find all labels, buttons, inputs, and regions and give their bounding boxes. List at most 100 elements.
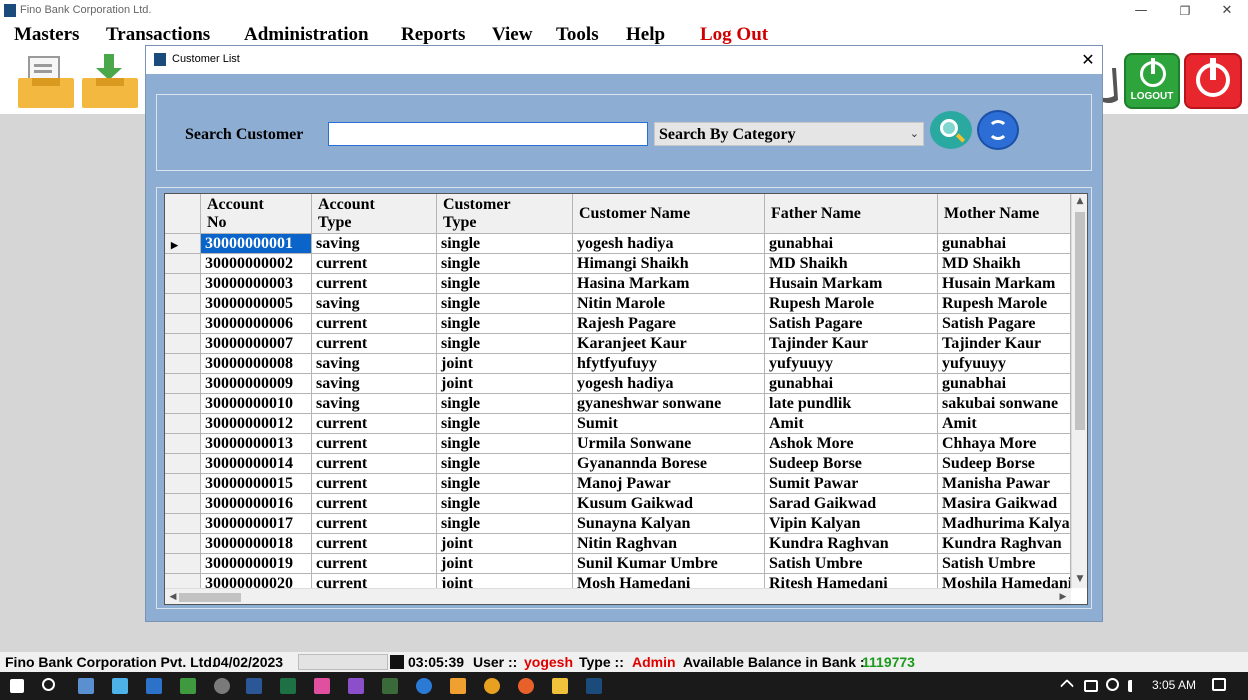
app-icon[interactable] bbox=[146, 678, 162, 694]
table-cell[interactable]: yogesh hadiya bbox=[573, 234, 765, 254]
table-row[interactable]: 30000000014 current single Gyanannda Borese… bbox=[165, 454, 1071, 474]
edge-icon[interactable] bbox=[416, 678, 432, 694]
row-header[interactable]: ▶ bbox=[165, 234, 201, 254]
vertical-scroll-thumb[interactable] bbox=[1075, 212, 1085, 430]
app-icon[interactable] bbox=[382, 678, 398, 694]
dialog-close-icon[interactable]: ✕ bbox=[1078, 50, 1098, 70]
table-cell[interactable]: 30000000001 bbox=[201, 234, 312, 254]
table-row[interactable]: 30000000018 current joint Nitin Raghvan Kund… bbox=[165, 534, 1071, 554]
word-icon[interactable] bbox=[246, 678, 262, 694]
network-icon[interactable] bbox=[1084, 680, 1098, 692]
table-cell[interactable]: single bbox=[437, 234, 573, 254]
logout-button[interactable]: LOGOUT bbox=[1124, 53, 1180, 109]
menu-administration[interactable]: Administration bbox=[244, 24, 369, 46]
table-row[interactable]: 30000000010 saving single gyaneshwar sonwan… bbox=[165, 394, 1071, 414]
row-header[interactable] bbox=[165, 494, 201, 514]
download-tray-icon[interactable] bbox=[80, 52, 140, 110]
firefox-icon[interactable] bbox=[518, 678, 534, 694]
table-cell[interactable]: 30000000002 bbox=[201, 254, 312, 274]
refresh-button[interactable] bbox=[977, 110, 1019, 150]
table-row[interactable]: 30000000006 current single Rajesh Pagare Sat… bbox=[165, 314, 1071, 334]
table-row[interactable]: 30000000019 current joint Sunil Kumar Umbre… bbox=[165, 554, 1071, 574]
scroll-up-icon[interactable]: ▲ bbox=[1072, 196, 1087, 206]
row-header[interactable] bbox=[165, 294, 201, 314]
row-header[interactable] bbox=[165, 354, 201, 374]
table-row[interactable]: 30000000002 current single Himangi Shaikh MD… bbox=[165, 254, 1071, 274]
row-header[interactable] bbox=[165, 514, 201, 534]
tray-expand-icon[interactable] bbox=[1059, 678, 1075, 694]
row-header[interactable] bbox=[165, 314, 201, 334]
vertical-scrollbar[interactable]: ▲ ▼ bbox=[1071, 194, 1087, 588]
table-cell[interactable]: yogesh hadiya bbox=[573, 374, 765, 394]
table-cell[interactable]: saving bbox=[312, 394, 437, 414]
table-cell[interactable]: gyaneshwar sonwane bbox=[573, 394, 765, 414]
table-cell[interactable]: Satish Umbre bbox=[765, 554, 938, 574]
document-tray-icon[interactable] bbox=[16, 52, 76, 110]
table-cell[interactable]: Nitin Raghvan bbox=[573, 534, 765, 554]
table-cell[interactable]: Chhaya More bbox=[938, 434, 1071, 454]
table-cell[interactable]: Karanjeet Kaur bbox=[573, 334, 765, 354]
table-cell[interactable]: Kusum Gaikwad bbox=[573, 494, 765, 514]
search-category-select[interactable]: Search By Category ⌄ bbox=[654, 122, 924, 146]
table-cell[interactable]: gunabhai bbox=[765, 374, 938, 394]
table-cell[interactable]: Sumit bbox=[573, 414, 765, 434]
row-header[interactable] bbox=[165, 274, 201, 294]
table-cell[interactable]: saving bbox=[312, 354, 437, 374]
table-cell[interactable]: Amit bbox=[938, 414, 1071, 434]
table-cell[interactable]: current bbox=[312, 454, 437, 474]
table-cell[interactable]: current bbox=[312, 494, 437, 514]
table-cell[interactable]: Vipin Kalyan bbox=[765, 514, 938, 534]
table-row[interactable]: 30000000020 current joint Mosh Hamedani Rite… bbox=[165, 574, 1071, 588]
table-cell[interactable]: single bbox=[437, 414, 573, 434]
bank-app-icon[interactable] bbox=[586, 678, 602, 694]
menu-log-out[interactable]: Log Out bbox=[700, 24, 768, 46]
row-header[interactable] bbox=[165, 454, 201, 474]
table-cell[interactable]: 30000000007 bbox=[201, 334, 312, 354]
table-cell[interactable]: current bbox=[312, 574, 437, 588]
row-header[interactable] bbox=[165, 374, 201, 394]
table-cell[interactable]: 30000000018 bbox=[201, 534, 312, 554]
table-cell[interactable]: Moshila Hamedani bbox=[938, 574, 1071, 588]
table-cell[interactable]: single bbox=[437, 314, 573, 334]
notifications-icon[interactable] bbox=[1212, 678, 1226, 691]
table-cell[interactable]: single bbox=[437, 434, 573, 454]
table-cell[interactable]: Tajinder Kaur bbox=[765, 334, 938, 354]
search-button[interactable] bbox=[930, 111, 972, 149]
table-cell[interactable]: single bbox=[437, 254, 573, 274]
table-cell[interactable]: Urmila Sonwane bbox=[573, 434, 765, 454]
table-cell[interactable]: single bbox=[437, 294, 573, 314]
minimize-icon[interactable]: — bbox=[1126, 2, 1156, 20]
table-cell[interactable]: single bbox=[437, 334, 573, 354]
row-header[interactable] bbox=[165, 534, 201, 554]
column-header-account-type[interactable]: Account Type bbox=[312, 194, 437, 234]
table-cell[interactable]: Sunil Kumar Umbre bbox=[573, 554, 765, 574]
taskbar-clock[interactable]: 3:05 AM bbox=[1152, 678, 1196, 692]
column-header-account-no[interactable]: Account No bbox=[201, 194, 312, 234]
table-cell[interactable]: Himangi Shaikh bbox=[573, 254, 765, 274]
table-cell[interactable]: 30000000012 bbox=[201, 414, 312, 434]
table-cell[interactable]: single bbox=[437, 274, 573, 294]
customer-grid[interactable]: Account No Account Type Customer Type Custo… bbox=[164, 193, 1088, 605]
table-cell[interactable]: current bbox=[312, 314, 437, 334]
table-cell[interactable]: 30000000014 bbox=[201, 454, 312, 474]
table-cell[interactable]: Satish Umbre bbox=[938, 554, 1071, 574]
table-row[interactable]: 30000000005 saving single Nitin Marole Rupes… bbox=[165, 294, 1071, 314]
row-header[interactable] bbox=[165, 554, 201, 574]
table-cell[interactable]: Rupesh Marole bbox=[938, 294, 1071, 314]
app-icon[interactable] bbox=[112, 678, 128, 694]
table-cell[interactable]: 30000000003 bbox=[201, 274, 312, 294]
table-row[interactable]: 30000000016 current single Kusum Gaikwad Sar… bbox=[165, 494, 1071, 514]
table-cell[interactable]: Satish Pagare bbox=[765, 314, 938, 334]
table-cell[interactable]: Husain Markam bbox=[938, 274, 1071, 294]
table-cell[interactable]: current bbox=[312, 414, 437, 434]
table-cell[interactable]: Tajinder Kaur bbox=[938, 334, 1071, 354]
table-row[interactable]: 30000000015 current single Manoj Pawar Sumit… bbox=[165, 474, 1071, 494]
table-cell[interactable]: Hasina Markam bbox=[573, 274, 765, 294]
app-icon[interactable] bbox=[450, 678, 466, 694]
table-row[interactable]: 30000000017 current single Sunayna Kalyan Vi… bbox=[165, 514, 1071, 534]
table-cell[interactable]: Nitin Marole bbox=[573, 294, 765, 314]
table-cell[interactable]: 30000000017 bbox=[201, 514, 312, 534]
table-cell[interactable]: Sumit Pawar bbox=[765, 474, 938, 494]
row-header[interactable] bbox=[165, 254, 201, 274]
search-icon[interactable] bbox=[42, 678, 55, 691]
